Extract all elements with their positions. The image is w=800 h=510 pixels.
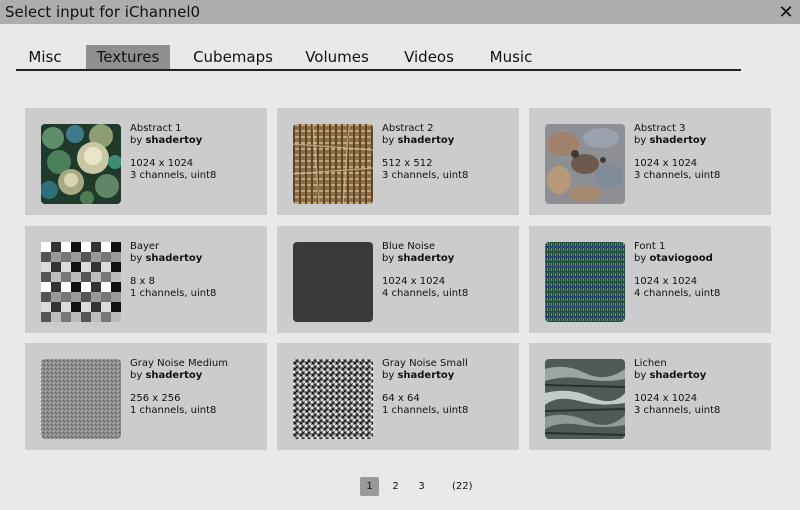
texture-card-abstract-3[interactable]: Abstract 3 by shadertoy 1024 x 1024 3 ch… <box>529 108 771 215</box>
texture-name: Abstract 1 <box>130 123 182 134</box>
texture-grid: Abstract 1 by shadertoy 1024 x 1024 3 ch… <box>25 108 771 450</box>
page-button-2[interactable]: 2 <box>386 477 405 496</box>
texture-size: 1024 x 1024 <box>130 158 194 169</box>
texture-name: Abstract 3 <box>634 123 686 134</box>
texture-card-abstract-2[interactable]: Abstract 2 by shadertoy 512 x 512 3 chan… <box>277 108 519 215</box>
texture-card-gray-noise-medium[interactable]: Gray Noise Medium by shadertoy 256 x 256… <box>25 343 267 450</box>
texture-info: Blue Noise by shadertoy 1024 x 1024 4 ch… <box>382 241 468 300</box>
texture-format: 1 channels, uint8 <box>130 288 217 299</box>
blue-noise-thumbnail <box>293 242 373 322</box>
texture-format: 4 channels, uint8 <box>634 288 721 299</box>
by-label: by <box>382 135 395 146</box>
texture-format: 3 channels, uint8 <box>382 170 469 181</box>
texture-name: Gray Noise Small <box>382 358 468 369</box>
texture-author: otaviogood <box>649 253 713 264</box>
texture-format: 3 channels, uint8 <box>634 405 721 416</box>
texture-info: Font 1 by otaviogood 1024 x 1024 4 chann… <box>634 241 720 300</box>
texture-name: Lichen <box>634 358 667 369</box>
tab-misc[interactable]: Misc <box>16 45 74 69</box>
texture-format: 1 channels, uint8 <box>382 405 469 416</box>
texture-author: shadertoy <box>145 253 203 264</box>
texture-card-blue-noise[interactable]: Blue Noise by shadertoy 1024 x 1024 4 ch… <box>277 226 519 333</box>
total-count: (22) <box>452 481 473 492</box>
lichen-thumbnail <box>545 359 625 439</box>
dialog-titlebar: Select input for iChannel0 ✕ <box>0 0 800 24</box>
texture-author: shadertoy <box>397 253 455 264</box>
texture-name: Gray Noise Medium <box>130 358 228 369</box>
texture-author: shadertoy <box>649 135 707 146</box>
texture-author: shadertoy <box>649 370 707 381</box>
texture-info: Gray Noise Medium by shadertoy 256 x 256… <box>130 358 228 417</box>
texture-size: 512 x 512 <box>382 158 433 169</box>
input-type-tabs: Misc Textures Cubemaps Volumes Videos Mu… <box>16 45 741 71</box>
by-label: by <box>382 370 395 381</box>
texture-name: Bayer <box>130 241 160 252</box>
rocky-surface-thumbnail <box>545 124 625 204</box>
texture-author: shadertoy <box>145 135 203 146</box>
texture-format: 1 channels, uint8 <box>130 405 217 416</box>
texture-name: Blue Noise <box>382 241 436 252</box>
texture-format: 3 channels, uint8 <box>634 170 721 181</box>
by-label: by <box>634 253 647 264</box>
bayer-matrix-thumbnail <box>41 242 121 322</box>
close-icon[interactable]: ✕ <box>774 0 798 24</box>
texture-card-font-1[interactable]: Font 1 by otaviogood 1024 x 1024 4 chann… <box>529 226 771 333</box>
texture-info: Abstract 1 by shadertoy 1024 x 1024 3 ch… <box>130 123 216 182</box>
texture-card-abstract-1[interactable]: Abstract 1 by shadertoy 1024 x 1024 3 ch… <box>25 108 267 215</box>
woven-fabric-thumbnail <box>293 124 373 204</box>
pagination: 1 2 3 (22) <box>360 477 473 496</box>
texture-format: 3 channels, uint8 <box>130 170 217 181</box>
texture-author: shadertoy <box>397 370 455 381</box>
texture-format: 4 channels, uint8 <box>382 288 469 299</box>
texture-name: Font 1 <box>634 241 666 252</box>
gray-noise-medium-thumbnail <box>41 359 121 439</box>
texture-size: 8 x 8 <box>130 276 155 287</box>
texture-info: Gray Noise Small by shadertoy 64 x 64 1 … <box>382 358 468 417</box>
page-button-1[interactable]: 1 <box>360 477 379 496</box>
texture-card-bayer[interactable]: Bayer by shadertoy 8 x 8 1 channels, uin… <box>25 226 267 333</box>
dialog-title: Select input for iChannel0 <box>5 3 201 21</box>
texture-size: 1024 x 1024 <box>382 276 446 287</box>
by-label: by <box>130 253 143 264</box>
texture-info: Abstract 3 by shadertoy 1024 x 1024 3 ch… <box>634 123 720 182</box>
by-label: by <box>382 253 395 264</box>
by-label: by <box>130 370 143 381</box>
texture-size: 1024 x 1024 <box>634 158 698 169</box>
texture-size: 1024 x 1024 <box>634 276 698 287</box>
by-label: by <box>130 135 143 146</box>
texture-info: Bayer by shadertoy 8 x 8 1 channels, uin… <box>130 241 216 300</box>
texture-card-lichen[interactable]: Lichen by shadertoy 1024 x 1024 3 channe… <box>529 343 771 450</box>
texture-info: Lichen by shadertoy 1024 x 1024 3 channe… <box>634 358 720 417</box>
texture-card-gray-noise-small[interactable]: Gray Noise Small by shadertoy 64 x 64 1 … <box>277 343 519 450</box>
abstract-pebbles-thumbnail <box>41 124 121 204</box>
page-button-3[interactable]: 3 <box>412 477 431 496</box>
texture-author: shadertoy <box>145 370 203 381</box>
by-label: by <box>634 370 647 381</box>
texture-size: 64 x 64 <box>382 393 420 404</box>
texture-info: Abstract 2 by shadertoy 512 x 512 3 chan… <box>382 123 468 182</box>
tab-cubemaps[interactable]: Cubemaps <box>182 45 284 69</box>
texture-size: 1024 x 1024 <box>634 393 698 404</box>
tab-videos[interactable]: Videos <box>391 45 467 69</box>
font-atlas-thumbnail <box>545 242 625 322</box>
texture-author: shadertoy <box>397 135 455 146</box>
by-label: by <box>634 135 647 146</box>
tab-volumes[interactable]: Volumes <box>296 45 378 69</box>
tab-music[interactable]: Music <box>479 45 543 69</box>
tab-textures[interactable]: Textures <box>86 45 170 69</box>
gray-noise-small-thumbnail <box>293 359 373 439</box>
texture-size: 256 x 256 <box>130 393 181 404</box>
texture-name: Abstract 2 <box>382 123 434 134</box>
